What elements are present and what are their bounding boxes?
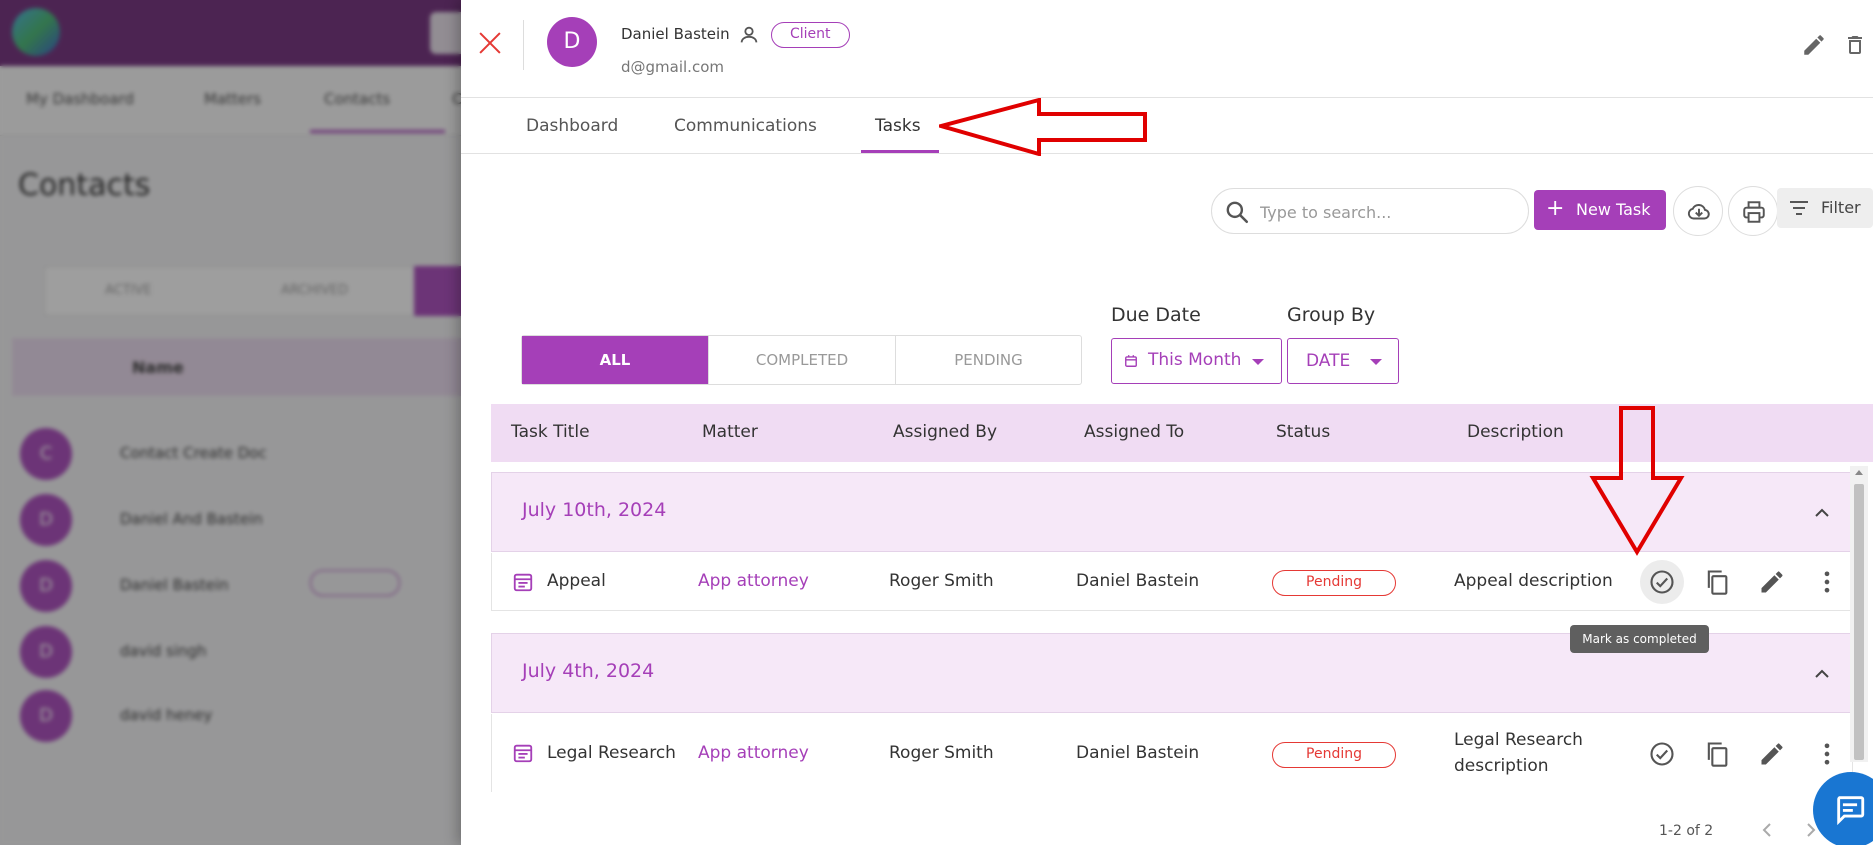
active-tab-underline xyxy=(861,150,939,153)
status-badge: Pending xyxy=(1272,742,1396,768)
tab-dashboard[interactable]: Dashboard xyxy=(526,116,618,136)
print-button[interactable] xyxy=(1728,186,1778,236)
contact-email: d@gmail.com xyxy=(621,58,724,76)
check-circle-icon[interactable] xyxy=(1648,740,1676,768)
due-date-value: This Month xyxy=(1148,350,1242,370)
more-vertical-icon[interactable] xyxy=(1813,568,1841,596)
matter-link[interactable]: App attorney xyxy=(698,571,809,591)
assigned-by: Roger Smith xyxy=(889,571,994,591)
drawer-header: D Daniel Bastein Client d@gmail.com xyxy=(461,0,1873,98)
assigned-to: Daniel Bastein xyxy=(1076,743,1200,763)
calendar-icon xyxy=(513,744,533,763)
task-title: Legal Research xyxy=(547,743,676,763)
contact-drawer: D Daniel Bastein Client d@gmail.com Dash… xyxy=(461,0,1873,845)
scroll-up-icon[interactable] xyxy=(1855,470,1863,475)
due-date-select[interactable]: This Month xyxy=(1111,338,1282,384)
tab-communications[interactable]: Communications xyxy=(674,116,817,136)
calendar-icon xyxy=(1125,355,1137,367)
search-icon xyxy=(1226,201,1249,224)
drawer-tabs: Dashboard Communications Tasks xyxy=(461,98,1873,154)
annotation-arrow-left-icon xyxy=(939,98,1147,156)
matter-link[interactable]: App attorney xyxy=(698,743,809,763)
group-date: July 10th, 2024 xyxy=(522,499,667,521)
status-badge: Pending xyxy=(1272,570,1396,596)
filter-icon xyxy=(1790,201,1808,215)
plus-icon: + xyxy=(1546,196,1565,221)
contact-name: Daniel Bastein xyxy=(621,25,730,43)
task-description: Appeal description xyxy=(1454,571,1613,591)
filter-label: Filter xyxy=(1821,198,1861,217)
chevron-up-icon[interactable] xyxy=(1812,664,1832,684)
caret-down-icon xyxy=(1370,359,1382,365)
segment-all[interactable]: ALL xyxy=(522,336,708,384)
person-icon xyxy=(740,26,758,43)
annotation-arrow-down-icon xyxy=(1589,406,1685,556)
column-task-title: Task Title xyxy=(511,422,590,442)
avatar: D xyxy=(547,17,597,67)
modal-backdrop[interactable] xyxy=(0,0,461,845)
pagination-range: 1-2 of 2 xyxy=(1659,823,1714,839)
column-description: Description xyxy=(1467,422,1564,442)
chevron-up-icon[interactable] xyxy=(1812,503,1832,523)
group-by-label: Group By xyxy=(1287,304,1376,326)
trash-icon[interactable] xyxy=(1843,32,1867,58)
divider xyxy=(523,20,524,70)
segment-pending[interactable]: PENDING xyxy=(896,336,1081,384)
due-date-label: Due Date xyxy=(1111,304,1201,326)
search-box xyxy=(1211,188,1529,234)
table-row[interactable]: Appeal App attorney Roger Smith Daniel B… xyxy=(491,553,1853,611)
table-row[interactable]: Legal Research App attorney Roger Smith … xyxy=(491,714,1853,792)
cloud-download-icon xyxy=(1687,204,1710,220)
edit-icon[interactable] xyxy=(1801,32,1827,58)
column-matter: Matter xyxy=(702,422,758,442)
caret-down-icon xyxy=(1252,359,1264,365)
search-input[interactable] xyxy=(1260,197,1510,227)
assigned-by: Roger Smith xyxy=(889,743,994,763)
segment-completed[interactable]: COMPLETED xyxy=(709,336,895,384)
group-by-value: DATE xyxy=(1306,351,1351,371)
new-task-button[interactable]: + New Task xyxy=(1534,190,1666,230)
more-vertical-icon[interactable] xyxy=(1813,740,1841,768)
task-description-line1: Legal Research xyxy=(1454,730,1583,750)
scroll-thumb[interactable] xyxy=(1854,484,1864,760)
chat-icon xyxy=(1837,796,1865,826)
edit-icon[interactable] xyxy=(1758,740,1786,768)
chevron-left-icon[interactable] xyxy=(1757,818,1777,842)
copy-icon[interactable] xyxy=(1703,740,1731,768)
group-by-select[interactable]: DATE xyxy=(1287,338,1399,384)
task-title: Appeal xyxy=(547,571,606,591)
check-circle-icon[interactable] xyxy=(1648,568,1676,596)
column-assigned-by: Assigned By xyxy=(893,422,998,442)
column-assigned-to: Assigned To xyxy=(1084,422,1185,442)
download-button[interactable] xyxy=(1673,186,1723,236)
filter-button[interactable]: Filter xyxy=(1777,188,1873,228)
scrollbar[interactable] xyxy=(1850,466,1868,762)
group-date: July 4th, 2024 xyxy=(522,660,655,682)
role-badge: Client xyxy=(771,22,850,48)
tab-tasks[interactable]: Tasks xyxy=(875,116,921,136)
printer-icon xyxy=(1743,201,1765,223)
task-status-filter: ALL COMPLETED PENDING xyxy=(521,335,1082,385)
calendar-icon xyxy=(513,573,533,592)
assigned-to: Daniel Bastein xyxy=(1076,571,1200,591)
task-description-line2: description xyxy=(1454,756,1549,776)
copy-icon[interactable] xyxy=(1703,568,1731,596)
edit-icon[interactable] xyxy=(1758,568,1786,596)
close-icon[interactable] xyxy=(475,28,505,58)
tooltip: Mark as completed xyxy=(1570,625,1709,653)
new-task-label: New Task xyxy=(1576,200,1651,219)
column-status: Status xyxy=(1276,422,1331,442)
